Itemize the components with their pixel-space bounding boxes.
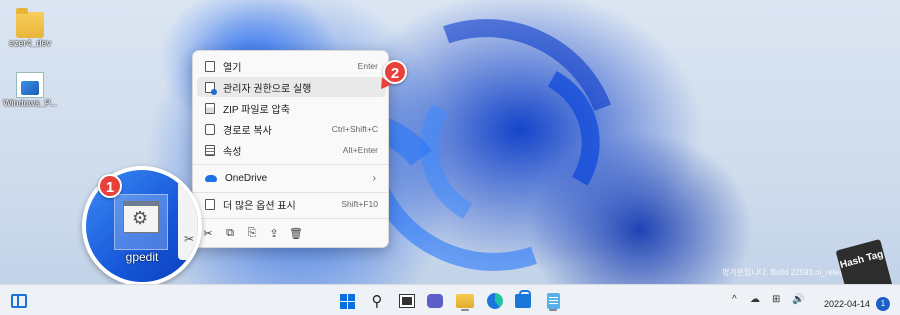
menu-separator xyxy=(193,218,388,219)
menu-item-shortcut: Ctrl+Shift+C xyxy=(331,124,378,134)
callout-badge-1: 1 xyxy=(98,174,122,198)
menu-item-label: 속성 xyxy=(223,146,242,158)
zip-icon xyxy=(205,102,215,114)
menu-item-label: 경로로 복사 xyxy=(223,125,272,137)
properties-icon xyxy=(205,144,215,156)
share-icon[interactable]: ⇪ xyxy=(263,227,285,240)
cut-icon: ✂ xyxy=(184,232,195,246)
watermark-line-1: Wi xyxy=(722,258,852,268)
file-explorer-icon[interactable] xyxy=(454,290,476,312)
menu-separator xyxy=(193,192,388,193)
menu-item-label: OneDrive xyxy=(225,172,268,184)
menu-item-label: 더 많은 옵션 표시 xyxy=(223,200,296,212)
desktop-icon-label: Windows_P... xyxy=(3,98,57,108)
taskbar: ⚲ ^ ☁ ⊞ 🔊 2022-04-14 1 xyxy=(0,284,900,315)
clock-date[interactable]: 2022-04-14 xyxy=(824,299,870,309)
notepad-icon[interactable] xyxy=(542,290,564,312)
menu-item-open[interactable]: 열기 Enter xyxy=(197,56,386,76)
tray-overflow-icon[interactable]: ^ xyxy=(732,294,737,305)
desktop-icon-label: ezer4_dev xyxy=(8,38,52,48)
run-as-admin-icon xyxy=(205,81,217,95)
more-options-icon xyxy=(205,198,215,210)
delete-icon[interactable]: 🗑 xyxy=(285,227,307,240)
edge-icon[interactable] xyxy=(484,290,506,312)
watermark-line-2: 평가본입니다. Build 22593.ni_release xyxy=(722,268,852,277)
menu-item-properties[interactable]: 속성 Alt+Enter xyxy=(197,140,386,160)
onedrive-icon xyxy=(205,174,217,182)
chat-icon[interactable] xyxy=(424,290,446,312)
store-icon[interactable] xyxy=(512,290,534,312)
desktop-icon-ezer4-dev[interactable]: ezer4_dev xyxy=(0,8,60,48)
copy-icon[interactable]: ⧉ xyxy=(219,227,241,240)
onedrive-tray-icon[interactable]: ☁ xyxy=(750,294,760,305)
context-menu: 열기 Enter 관리자 권한으로 실행 ZIP 파일로 압축 경로로 복사 C… xyxy=(192,50,389,248)
search-icon[interactable]: ⚲ xyxy=(366,290,388,312)
menu-item-onedrive[interactable]: OneDrive › xyxy=(197,168,386,188)
network-icon[interactable]: ⊞ xyxy=(772,294,780,305)
menu-item-label: 열기 xyxy=(223,62,242,74)
menu-item-zip[interactable]: ZIP 파일로 압축 xyxy=(197,98,386,118)
menu-item-label: 관리자 권한으로 실행 xyxy=(223,83,312,95)
volume-icon[interactable]: 🔊 xyxy=(792,294,804,305)
menu-item-label: ZIP 파일로 압축 xyxy=(223,104,290,116)
chevron-right-icon: › xyxy=(372,172,376,184)
open-file-icon xyxy=(205,60,215,72)
folder-icon xyxy=(16,8,44,38)
start-icon[interactable] xyxy=(336,290,358,312)
menu-separator xyxy=(193,164,388,165)
menu-item-shortcut: Shift+F10 xyxy=(341,199,378,209)
installer-icon xyxy=(16,72,44,98)
context-menu-action-bar: ✂ ⧉ ⎘ ⇪ 🗑 xyxy=(197,223,386,243)
logo-text: Hash Tag xyxy=(838,248,885,271)
desktop-icon-windows-p[interactable]: Windows_P... xyxy=(0,72,60,108)
desktop: ezer4_dev Windows_P... 열기 Enter 관리자 권한으로… xyxy=(0,0,900,284)
gear-app-icon: ⚙ xyxy=(123,201,159,233)
gpedit-desktop-icon[interactable]: ⚙ xyxy=(114,194,168,250)
menu-item-copy-path[interactable]: 경로로 복사 Ctrl+Shift+C xyxy=(197,119,386,139)
menu-item-run-as-admin[interactable]: 관리자 권한으로 실행 xyxy=(197,77,386,97)
widgets-icon[interactable] xyxy=(8,290,30,312)
rename-icon[interactable]: ⎘ xyxy=(241,227,263,240)
task-view-icon[interactable] xyxy=(396,290,418,312)
menu-item-shortcut: Enter xyxy=(357,61,378,71)
evaluation-watermark: Wi 평가본입니다. Build 22593.ni_release xyxy=(722,258,852,278)
menu-item-shortcut: Alt+Enter xyxy=(342,145,378,155)
copy-path-icon xyxy=(205,123,215,135)
notification-badge[interactable]: 1 xyxy=(876,297,890,311)
menu-item-more-options[interactable]: 더 많은 옵션 표시 Shift+F10 xyxy=(197,194,386,214)
gpedit-label: gpedit xyxy=(125,250,159,264)
